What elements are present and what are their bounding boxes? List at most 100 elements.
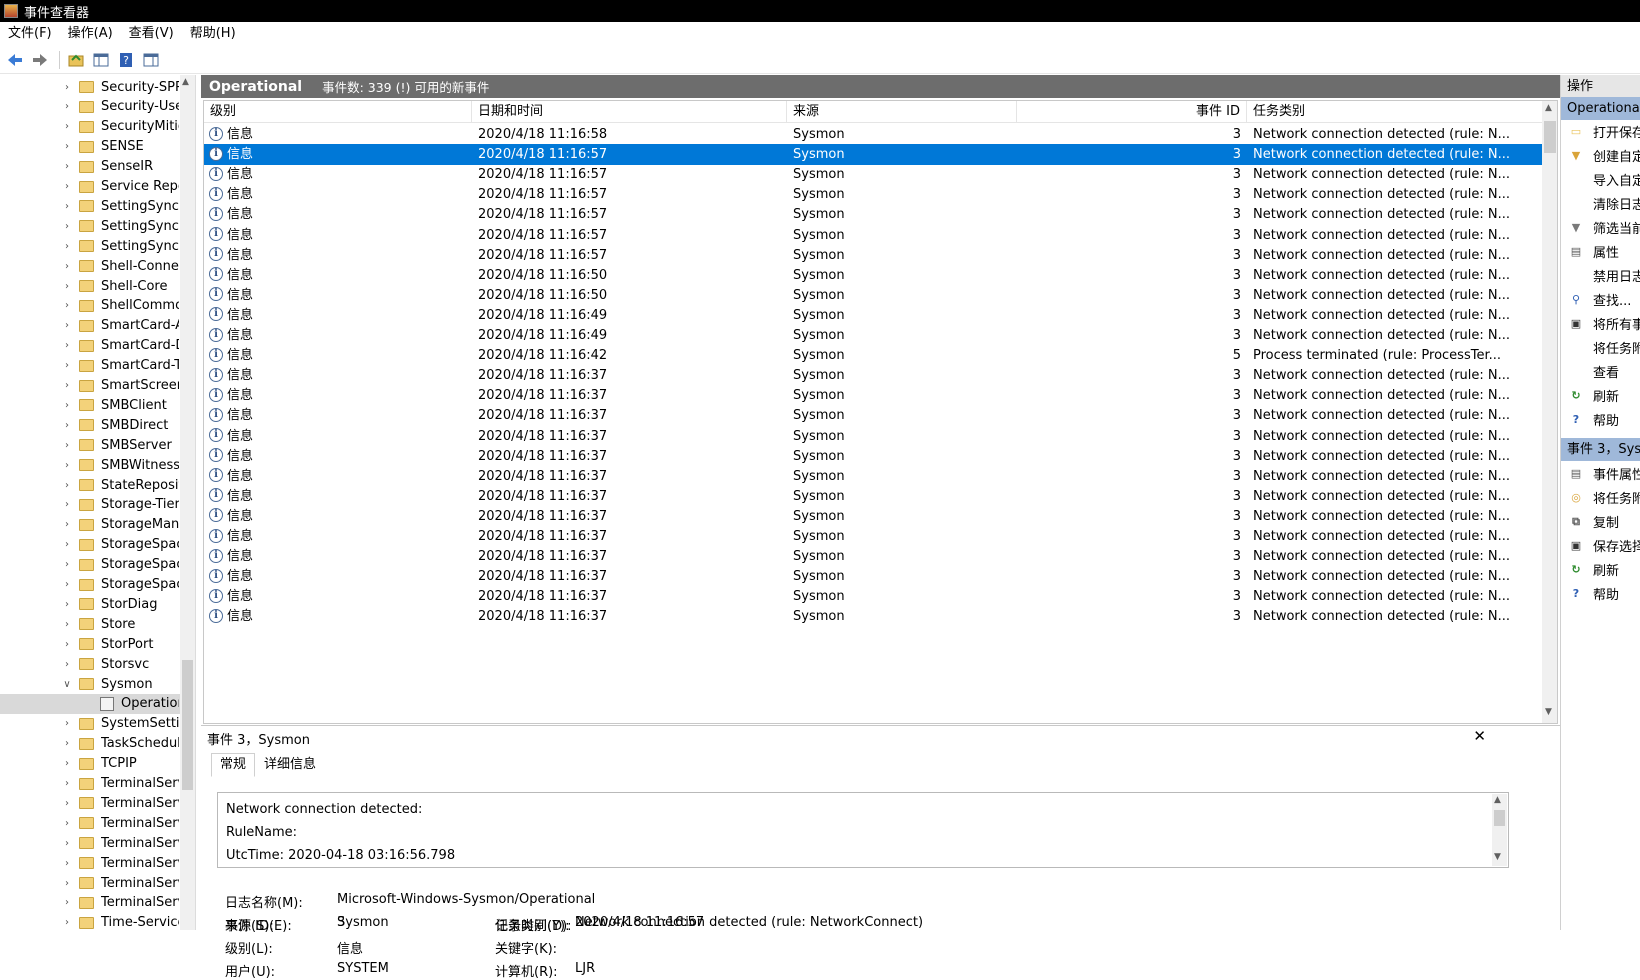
column-source[interactable]: 来源 xyxy=(787,101,1017,123)
chevron-right-icon[interactable]: › xyxy=(62,499,72,510)
chevron-right-icon[interactable]: › xyxy=(62,121,72,132)
forward-arrow-icon[interactable] xyxy=(29,49,51,71)
console-tree[interactable]: › Security-SPP- › Security-User › SecurityMit… xyxy=(0,75,196,930)
event-row[interactable]: i 信息 2020/4/18 11:16:57 Sysmon 3 Network conn… xyxy=(204,184,1542,205)
tree-item[interactable]: › TerminalServ xyxy=(0,893,180,913)
event-row[interactable]: i 信息 2020/4/18 11:16:37 Sysmon 3 Network conn… xyxy=(204,385,1542,406)
tree-item[interactable]: › TerminalServ xyxy=(0,774,180,794)
help-icon[interactable]: ? xyxy=(115,49,137,71)
chevron-right-icon[interactable]: › xyxy=(62,161,72,172)
actions-section-log[interactable]: Operational xyxy=(1561,97,1640,120)
chevron-right-icon[interactable]: › xyxy=(62,559,72,570)
column-datetime[interactable]: 日期和时间 xyxy=(472,101,787,123)
chevron-right-icon[interactable]: › xyxy=(62,838,72,849)
chevron-right-icon[interactable]: › xyxy=(62,460,72,471)
tree-item[interactable]: › StorageSpac xyxy=(0,535,180,555)
chevron-right-icon[interactable]: › xyxy=(62,539,72,550)
chevron-right-icon[interactable]: › xyxy=(62,420,72,431)
chevron-right-icon[interactable]: › xyxy=(62,758,72,769)
tree-item[interactable]: › SettingSync-A xyxy=(0,216,180,236)
column-level[interactable]: 级别 xyxy=(204,101,472,123)
tree-item[interactable]: › TerminalServ xyxy=(0,833,180,853)
action-item[interactable]: 禁用日志 xyxy=(1561,264,1640,287)
chevron-right-icon[interactable]: › xyxy=(62,599,72,610)
event-row[interactable]: i 信息 2020/4/18 11:16:37 Sysmon 3 Network conn… xyxy=(204,566,1542,587)
event-list-scrollbar[interactable]: ▲ ▼ xyxy=(1542,101,1557,723)
tree-item[interactable]: › TerminalServ xyxy=(0,793,180,813)
tree-item[interactable]: ∨ Sysmon xyxy=(0,674,180,694)
tree-item[interactable]: › TerminalServ xyxy=(0,873,180,893)
event-row[interactable]: i 信息 2020/4/18 11:16:58 Sysmon 3 Network conn… xyxy=(204,124,1542,145)
chevron-right-icon[interactable]: › xyxy=(62,738,72,749)
action-item[interactable]: ▼ 创建自定 xyxy=(1561,144,1640,167)
chevron-right-icon[interactable]: › xyxy=(62,798,72,809)
action-item[interactable]: 查看 xyxy=(1561,360,1640,383)
chevron-right-icon[interactable]: › xyxy=(62,519,72,530)
tree-item[interactable]: › SettingSync xyxy=(0,196,180,216)
tree-item[interactable]: › StorDiag xyxy=(0,594,180,614)
tree-scroll-thumb[interactable] xyxy=(182,660,193,790)
chevron-right-icon[interactable]: › xyxy=(62,858,72,869)
chevron-right-icon[interactable]: › xyxy=(62,320,72,331)
chevron-right-icon[interactable]: › xyxy=(62,440,72,451)
tree-item[interactable]: › SMBServer xyxy=(0,435,180,455)
action-item[interactable]: 清除日志 xyxy=(1561,192,1640,215)
tree-item[interactable]: › Shell-Connec xyxy=(0,256,180,276)
tree-item-operational[interactable]: Operatior xyxy=(0,693,180,714)
tree-item[interactable]: › ShellCommor xyxy=(0,296,180,316)
event-row[interactable]: i 信息 2020/4/18 11:16:57 Sysmon 3 Network conn… xyxy=(204,225,1542,246)
event-row[interactable]: i 信息 2020/4/18 11:16:50 Sysmon 3 Network conn… xyxy=(204,265,1542,286)
close-icon[interactable]: ✕ xyxy=(1473,727,1486,745)
event-row[interactable]: i 信息 2020/4/18 11:16:57 Sysmon 3 Network conn… xyxy=(204,164,1542,185)
tree-item[interactable]: › TerminalServ xyxy=(0,813,180,833)
chevron-right-icon[interactable]: › xyxy=(62,281,72,292)
tree-item[interactable]: › StateReposit xyxy=(0,475,180,495)
event-row[interactable]: i 信息 2020/4/18 11:16:37 Sysmon 3 Network conn… xyxy=(204,466,1542,487)
tree-item[interactable]: › SMBWitness( xyxy=(0,455,180,475)
tree-item[interactable]: › SmartCard-TI xyxy=(0,356,180,376)
tree-item[interactable]: › Security-SPP- xyxy=(0,77,180,97)
tree-item[interactable]: › Storage-Tieri xyxy=(0,495,180,515)
event-row[interactable]: i 信息 2020/4/18 11:16:57 Sysmon 3 Network conn… xyxy=(204,245,1542,266)
tree-item[interactable]: › SENSE xyxy=(0,137,180,157)
chevron-right-icon[interactable]: › xyxy=(62,639,72,650)
chevron-right-icon[interactable]: › xyxy=(62,818,72,829)
action-item[interactable]: ↻ 刷新 xyxy=(1561,558,1640,581)
action-item[interactable]: ◎ 将任务附 xyxy=(1561,486,1640,509)
action-item[interactable]: ? 帮助 xyxy=(1561,582,1640,605)
chevron-right-icon[interactable]: › xyxy=(62,579,72,590)
description-scrollbar[interactable]: ▲ ▼ xyxy=(1492,794,1507,866)
column-event-id[interactable]: 事件 ID xyxy=(1017,101,1247,123)
action-item[interactable]: ⚲ 查找... xyxy=(1561,288,1640,311)
tree-item[interactable]: › SmartScreen xyxy=(0,376,180,396)
event-row[interactable]: i 信息 2020/4/18 11:16:37 Sysmon 3 Network conn… xyxy=(204,546,1542,567)
menu-view[interactable]: 查看(V) xyxy=(121,22,182,46)
menu-action[interactable]: 操作(A) xyxy=(60,22,121,46)
event-row[interactable]: i 信息 2020/4/18 11:16:37 Sysmon 3 Network conn… xyxy=(204,486,1542,507)
tree-item[interactable]: › Storsvc xyxy=(0,654,180,674)
tree-item[interactable]: › Shell-Core xyxy=(0,276,180,296)
action-item[interactable]: ▣ 保存选择 xyxy=(1561,534,1640,557)
tree-item[interactable]: › Security-User xyxy=(0,97,180,117)
chevron-right-icon[interactable]: › xyxy=(62,141,72,152)
actions-section-event[interactable]: 事件 3，Sysm xyxy=(1561,438,1640,461)
scroll-down-icon[interactable]: ▼ xyxy=(1494,852,1501,862)
chevron-right-icon[interactable]: › xyxy=(62,101,72,112)
chevron-right-icon[interactable]: › xyxy=(62,82,72,93)
chevron-right-icon[interactable]: › xyxy=(62,340,72,351)
event-row[interactable]: i 信息 2020/4/18 11:16:37 Sysmon 3 Network conn… xyxy=(204,405,1542,426)
chevron-right-icon[interactable]: › xyxy=(62,718,72,729)
chevron-right-icon[interactable]: › xyxy=(62,221,72,232)
description-scroll-thumb[interactable] xyxy=(1494,810,1505,826)
event-row[interactable]: i 信息 2020/4/18 11:16:57 Sysmon 3 Network conn… xyxy=(204,204,1542,225)
scroll-up-icon[interactable]: ▲ xyxy=(182,77,189,87)
chevron-right-icon[interactable]: › xyxy=(62,261,72,272)
tab-details[interactable]: 详细信息 xyxy=(255,753,325,777)
event-description-box[interactable]: Network connection detected: RuleName: U… xyxy=(217,792,1509,868)
action-item[interactable]: ↻ 刷新 xyxy=(1561,384,1640,407)
tree-item[interactable]: › Store xyxy=(0,614,180,634)
tree-item[interactable]: › Service Repo xyxy=(0,177,180,197)
action-item[interactable]: ▼ 筛选当前 xyxy=(1561,216,1640,239)
event-row[interactable]: i 信息 2020/4/18 11:16:50 Sysmon 3 Network conn… xyxy=(204,285,1542,306)
chevron-right-icon[interactable]: › xyxy=(62,360,72,371)
